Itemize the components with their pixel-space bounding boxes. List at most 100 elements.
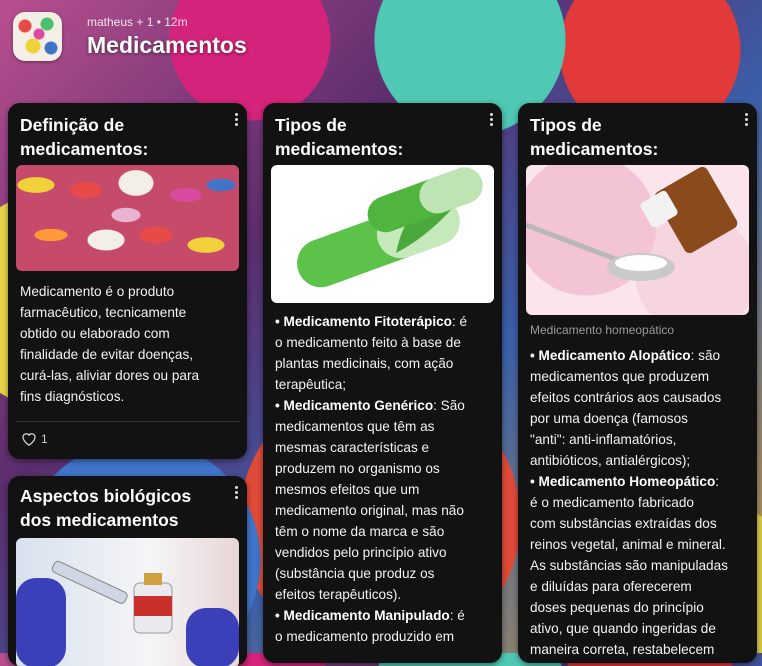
body-line: maneira correta, restabelecem <box>530 639 755 660</box>
body-line: o medicamento produzido em <box>275 626 500 647</box>
item-text: As substâncias são manipuladas <box>530 558 728 573</box>
item-text: ativo, que quando ingeridas de <box>530 621 716 636</box>
post-body: Medicamento é o produto farmacêutico, tec… <box>20 281 240 407</box>
body-line: com substâncias extraídas dos <box>530 513 755 534</box>
post-body: • Medicamento Alopático: são medicamentos… <box>530 345 755 660</box>
bullet: • <box>530 474 539 489</box>
body-line: doses pequenas do princípio <box>530 597 755 618</box>
item-text: com substâncias extraídas dos <box>530 516 717 531</box>
body-line: fins diagnósticos. <box>20 389 125 404</box>
more-options-icon[interactable] <box>739 111 753 127</box>
list-item-heading: • Medicamento Manipulado: é <box>275 605 500 626</box>
body-line: Medicamento é o produto <box>20 284 175 299</box>
body-line: farmacêutico, tecnicamente <box>20 305 187 320</box>
pills-board-icon[interactable] <box>13 12 62 61</box>
item-text: e diluídas para oferecerem <box>530 579 692 594</box>
homeopathic-image <box>526 165 749 315</box>
item-text: produzem no organismo os <box>275 461 440 476</box>
item-text: (substância que produz os <box>275 566 435 581</box>
body-line: têm o nome da marca e são <box>275 521 500 542</box>
list-item-heading: • Medicamento Fitoterápico: é <box>275 311 500 332</box>
item-text: : é <box>449 608 465 623</box>
spoon-bottle-icon <box>526 166 738 281</box>
post-card-tipos-2[interactable]: Tipos de medicamentos: Medicamento homeo… <box>518 103 757 663</box>
body-line: (substância que produz os <box>275 563 500 584</box>
item-text: mesmas características e <box>275 440 430 455</box>
item-text: têm o nome da marca e são <box>275 524 445 539</box>
body-line: por uma doença (famosos <box>530 408 755 429</box>
item-text: : são <box>690 348 721 363</box>
item-title: Medicamento Homeopático <box>538 474 716 489</box>
list-item-heading: • Medicamento Genérico: São <box>275 395 500 416</box>
like-count: 1 <box>41 431 48 446</box>
post-body: • Medicamento Fitoterápico: éo medicamen… <box>275 311 500 647</box>
pills-image <box>16 165 239 271</box>
item-title: Medicamento Fitoterápico <box>283 314 452 329</box>
post-card-definicao[interactable]: Definição de medicamentos: Medicamento é… <box>8 103 247 459</box>
body-line: mesmas características e <box>275 437 500 458</box>
more-options-icon[interactable] <box>229 111 243 127</box>
item-text: medicamento original, mas não <box>275 503 464 518</box>
bullet: • <box>275 608 284 623</box>
body-line: "anti": anti-inflamatórios, <box>530 429 755 450</box>
item-text: medicamentos que produzem <box>530 369 710 384</box>
body-line: ativo, que quando ingeridas de <box>530 618 755 639</box>
item-text: vendidos pelo princípio ativo <box>275 545 447 560</box>
item-text: é o medicamento fabricado <box>530 495 694 510</box>
item-text: terapêutica; <box>275 377 347 392</box>
body-line: reinos vegetal, animal e mineral. <box>530 534 755 555</box>
body-line: plantas medicinais, com ação <box>275 353 500 374</box>
body-line: é o medicamento fabricado <box>530 492 755 513</box>
image-caption: Medicamento homeopático <box>530 323 675 337</box>
body-line: o medicamento feito à base de <box>275 332 500 353</box>
item-text: : <box>715 474 720 489</box>
item-text: reinos vegetal, animal e mineral. <box>530 537 726 552</box>
item-text: maneira correta, restabelecem <box>530 642 715 657</box>
body-line: medicamentos que produzem <box>530 366 755 387</box>
item-text: efeitos terapêuticos). <box>275 587 402 602</box>
capsule-icon <box>297 167 483 288</box>
item-title: Medicamento Alopático <box>538 348 691 363</box>
item-text: plantas medicinais, com ação <box>275 356 454 371</box>
item-text: efeitos contrários aos causados <box>530 390 722 405</box>
item-text: : São <box>433 398 465 413</box>
item-title: Medicamento Manipulado <box>283 608 450 623</box>
item-title: Medicamento Genérico <box>283 398 434 413</box>
item-text: : é <box>451 314 468 329</box>
body-line: vendidos pelo princípio ativo <box>275 542 500 563</box>
board-title: Medicamentos <box>87 32 247 58</box>
body-line: mesmos efeitos que um <box>275 479 500 500</box>
post-title: Definição de medicamentos: <box>20 115 149 159</box>
item-text: antibióticos, antialérgicos); <box>530 453 691 468</box>
divider <box>16 421 239 422</box>
item-text: mesmos efeitos que um <box>275 482 420 497</box>
body-line: produzem no organismo os <box>275 458 500 479</box>
body-line: terapêutica; <box>275 374 500 395</box>
body-line: efeitos contrários aos causados <box>530 387 755 408</box>
post-card-tipos-1[interactable]: Tipos de medicamentos: • Medicamento Fit… <box>263 103 502 663</box>
post-card-aspectos[interactable]: Aspectos biológicos dos medicamentos <box>8 476 247 666</box>
bullet: • <box>275 398 284 413</box>
item-text: "anti": anti-inflamatórios, <box>530 432 677 447</box>
heart-icon <box>22 433 36 446</box>
post-title: Tipos de medicamentos: <box>275 115 404 159</box>
item-text: o medicamento feito à base de <box>275 335 461 350</box>
body-line: finalidade de evitar doenças, <box>20 347 194 362</box>
body-line: e diluídas para oferecerem <box>530 576 755 597</box>
item-text: medicamentos que têm as <box>275 419 435 434</box>
post-title: Tipos de medicamentos: <box>530 115 659 159</box>
item-text: por uma doença (famosos <box>530 411 688 426</box>
bullet: • <box>530 348 539 363</box>
syringe-icon <box>16 560 239 666</box>
more-options-icon[interactable] <box>484 111 498 127</box>
green-capsule-image <box>271 165 494 303</box>
vaccine-image <box>16 538 239 666</box>
like-button[interactable]: 1 <box>21 431 48 446</box>
list-item-heading: • Medicamento Homeopático: <box>530 471 755 492</box>
body-line: As substâncias são manipuladas <box>530 555 755 576</box>
body-line: curá-las, aliviar dores ou para <box>20 368 200 383</box>
item-text: doses pequenas do princípio <box>530 600 704 615</box>
board-meta: matheus + 1 • 12m <box>87 15 188 29</box>
list-item-heading: • Medicamento Alopático: são <box>530 345 755 366</box>
more-options-icon[interactable] <box>229 484 243 500</box>
